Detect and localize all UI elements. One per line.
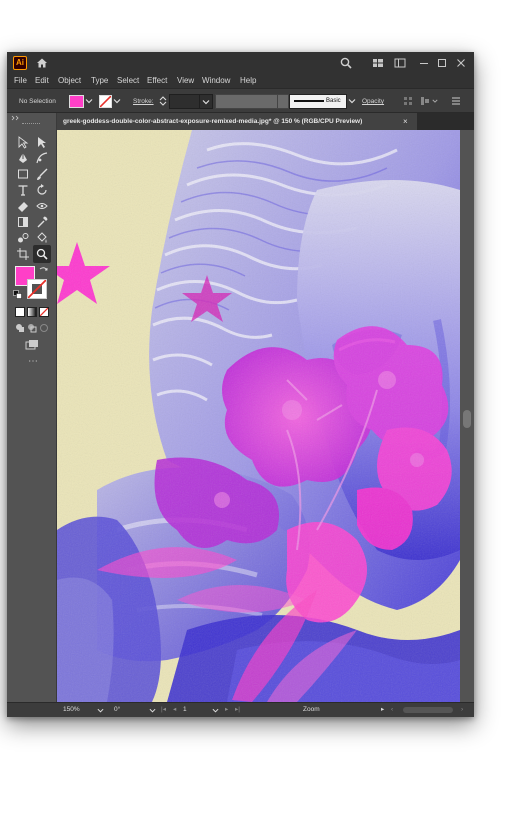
edit-toolbar-icon[interactable]: ⋯: [28, 357, 38, 367]
vertical-scrollbar[interactable]: [460, 130, 474, 702]
illustrator-window: Ai File Edit Object Type Select Effect V…: [7, 52, 474, 717]
width-tool-icon[interactable]: [35, 199, 49, 213]
scroll-left-icon[interactable]: ‹: [391, 703, 393, 717]
menu-effect[interactable]: Effect: [147, 74, 167, 88]
search-icon[interactable]: [339, 56, 353, 70]
paintbrush-tool-icon[interactable]: [35, 167, 49, 181]
status-menu-arrow-icon[interactable]: ▸: [381, 703, 384, 717]
menu-bar: File Edit Object Type Select Effect View…: [7, 74, 474, 88]
chevron-down-icon[interactable]: [432, 98, 438, 104]
gradient-tool-icon[interactable]: [16, 215, 30, 229]
status-left-spacer: [7, 702, 57, 717]
chevron-down-icon[interactable]: [348, 97, 356, 105]
minimize-icon[interactable]: [417, 56, 431, 70]
draw-normal-icon[interactable]: [15, 323, 25, 333]
panel-menu-icon[interactable]: [451, 96, 461, 106]
menu-file[interactable]: File: [14, 74, 27, 88]
document-tab[interactable]: greek-goddess-double-color-abstract-expo…: [57, 113, 417, 130]
type-tool-icon[interactable]: [16, 183, 30, 197]
artboard-number[interactable]: 1: [183, 703, 187, 717]
variable-width-dropdown[interactable]: [277, 94, 289, 109]
prev-artboard-icon[interactable]: ◂: [173, 703, 176, 717]
scroll-right-icon[interactable]: ›: [461, 703, 463, 717]
artwork: [57, 130, 460, 702]
scroll-thumb[interactable]: [463, 410, 471, 428]
zoom-tool-icon: [36, 248, 48, 260]
rotation-value[interactable]: 0°: [114, 703, 120, 717]
brush-definition[interactable]: Basic: [289, 94, 347, 109]
last-artboard-icon[interactable]: ▸|: [235, 703, 240, 717]
collapse-panel-icon[interactable]: [11, 115, 21, 121]
draw-inside-icon[interactable]: [39, 323, 49, 333]
default-fill-stroke-icon[interactable]: [13, 290, 22, 299]
screen-mode-icon[interactable]: [25, 339, 39, 351]
eyedropper-tool-icon[interactable]: [35, 215, 49, 229]
menu-select[interactable]: Select: [117, 74, 139, 88]
menu-object[interactable]: Object: [58, 74, 81, 88]
selection-status: No Selection: [19, 98, 56, 105]
chevron-down-icon[interactable]: [149, 707, 156, 714]
chevron-down-icon: [202, 100, 210, 105]
document-tab-bar: greek-goddess-double-color-abstract-expo…: [57, 113, 474, 130]
brush-label: Basic: [326, 98, 341, 104]
chevron-down-icon[interactable]: [85, 97, 93, 105]
rectangle-tool-icon[interactable]: [16, 167, 30, 181]
stroke-swatch[interactable]: [99, 95, 112, 108]
zoom-level[interactable]: 150%: [63, 703, 80, 717]
artboard-canvas[interactable]: [57, 130, 460, 702]
pen-tool-icon[interactable]: [16, 151, 30, 165]
tab-close-icon[interactable]: ×: [403, 113, 408, 130]
opacity-label[interactable]: Opacity: [362, 89, 384, 114]
maximize-icon[interactable]: [435, 56, 449, 70]
eraser-tool-icon[interactable]: [16, 199, 30, 213]
blend-tool-icon[interactable]: [16, 231, 30, 245]
control-bar: No Selection Stroke: Basic Opacity: [7, 88, 474, 113]
stroke-weight-field[interactable]: [169, 94, 201, 109]
home-icon[interactable]: [35, 56, 49, 70]
menu-type[interactable]: Type: [91, 74, 108, 88]
selection-tool-icon[interactable]: [16, 135, 30, 149]
swap-fill-stroke-icon[interactable]: [39, 266, 48, 275]
artboard-tool-icon[interactable]: [16, 247, 30, 261]
draw-behind-icon[interactable]: [27, 323, 37, 333]
stroke-weight-dropdown[interactable]: [199, 94, 213, 109]
live-paint-bucket-icon[interactable]: [35, 231, 49, 245]
horizontal-scroll-thumb[interactable]: [403, 707, 453, 713]
menu-edit[interactable]: Edit: [35, 74, 49, 88]
fill-swatch[interactable]: [69, 95, 84, 108]
first-artboard-icon[interactable]: |◂: [161, 703, 166, 717]
toolbar-grip[interactable]: [22, 123, 40, 126]
none-mode-button[interactable]: [39, 307, 49, 317]
menu-window[interactable]: Window: [202, 74, 230, 88]
status-bar: 150% 0° |◂ ◂ 1 ▸ ▸| Zoom ▸ ‹ ›: [57, 702, 474, 717]
curvature-tool-icon[interactable]: [35, 151, 49, 165]
align-icon[interactable]: [403, 96, 413, 106]
tools-panel: ⋯: [7, 113, 57, 703]
direct-selection-tool-icon[interactable]: [35, 135, 49, 149]
title-bar: Ai: [7, 52, 474, 74]
zoom-tool-active[interactable]: [33, 245, 51, 263]
rotate-tool-icon[interactable]: [35, 183, 49, 197]
chevron-down-icon[interactable]: [113, 97, 121, 105]
app-logo: Ai: [13, 56, 27, 70]
document-tab-title: greek-goddess-double-color-abstract-expo…: [63, 118, 363, 125]
chevron-down-icon[interactable]: [212, 707, 219, 714]
color-mode-button[interactable]: [15, 307, 25, 317]
transform-icon[interactable]: [420, 96, 430, 106]
stroke-stepper-icon[interactable]: [159, 95, 167, 107]
current-tool-name: Zoom: [303, 706, 320, 713]
panel-icon[interactable]: [393, 56, 407, 70]
gradient-mode-button[interactable]: [27, 307, 37, 317]
stroke-label[interactable]: Stroke:: [133, 89, 154, 114]
next-artboard-icon[interactable]: ▸: [225, 703, 228, 717]
arrange-documents-icon[interactable]: [371, 56, 385, 70]
menu-help[interactable]: Help: [240, 74, 256, 88]
chevron-down-icon[interactable]: [97, 707, 104, 714]
menu-view[interactable]: View: [177, 74, 194, 88]
close-icon[interactable]: [454, 56, 468, 70]
variable-width-profile[interactable]: [215, 94, 279, 109]
stroke-color-box[interactable]: [27, 279, 47, 299]
